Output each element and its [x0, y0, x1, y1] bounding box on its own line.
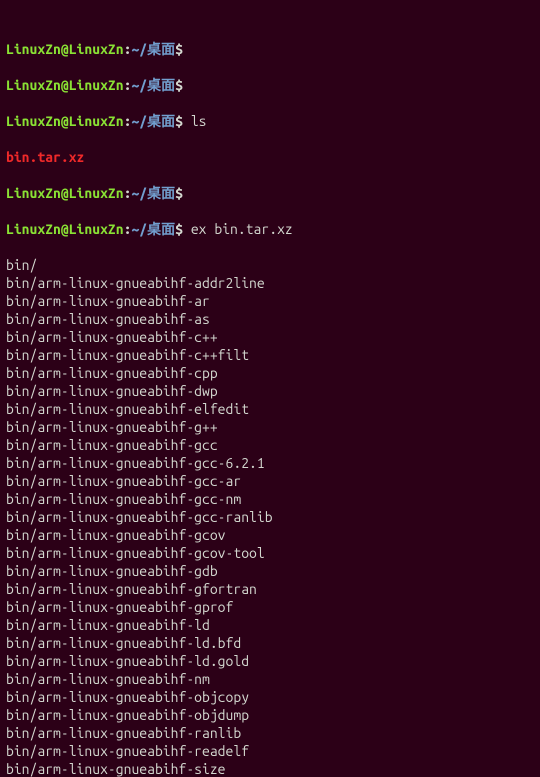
prompt-line: LinuxZn@LinuxZn:~/桌面$ ex bin.tar.xz: [6, 220, 534, 238]
terminal-output[interactable]: LinuxZn@LinuxZn:~/桌面$ LinuxZn@LinuxZn:~/…: [0, 0, 540, 777]
extract-output-line: bin/arm-linux-gnueabihf-ld.bfd: [6, 634, 534, 652]
extract-output-line: bin/arm-linux-gnueabihf-as: [6, 310, 534, 328]
prompt-line: LinuxZn@LinuxZn:~/桌面$: [6, 184, 534, 202]
prompt-path: ~/桌面: [131, 185, 175, 201]
extract-output-line: bin/arm-linux-gnueabihf-gcc-ranlib: [6, 508, 534, 526]
file-archive: bin.tar.xz: [6, 149, 84, 165]
extract-output-line: bin/arm-linux-gnueabihf-ranlib: [6, 724, 534, 742]
extract-output-line: bin/arm-linux-gnueabihf-size: [6, 760, 534, 777]
extract-output-line: bin/arm-linux-gnueabihf-gdb: [6, 562, 534, 580]
prompt-dollar: $: [175, 185, 183, 201]
prompt-path: ~/桌面: [131, 41, 175, 57]
extract-output-line: bin/arm-linux-gnueabihf-nm: [6, 670, 534, 688]
extract-output-line: bin/arm-linux-gnueabihf-objdump: [6, 706, 534, 724]
extract-output-line: bin/arm-linux-gnueabihf-readelf: [6, 742, 534, 760]
extract-output-line: bin/arm-linux-gnueabihf-gfortran: [6, 580, 534, 598]
extract-output-line: bin/arm-linux-gnueabihf-gcc: [6, 436, 534, 454]
prompt-user: LinuxZn@LinuxZn: [6, 77, 124, 93]
prompt-dollar: $: [175, 221, 183, 237]
command-text: ls: [191, 113, 207, 129]
prompt-line: LinuxZn@LinuxZn:~/桌面$ ls: [6, 112, 534, 130]
extract-output-line: bin/arm-linux-gnueabihf-c++filt: [6, 346, 534, 364]
prompt-user: LinuxZn@LinuxZn: [6, 221, 124, 237]
extract-output-block: bin/bin/arm-linux-gnueabihf-addr2linebin…: [6, 256, 534, 777]
extract-output-line: bin/arm-linux-gnueabihf-ar: [6, 292, 534, 310]
prompt-path: ~/桌面: [131, 221, 175, 237]
extract-output-line: bin/: [6, 256, 534, 274]
ls-output-line: bin.tar.xz: [6, 148, 534, 166]
prompt-line: LinuxZn@LinuxZn:~/桌面$: [6, 40, 534, 58]
prompt-dollar: $: [175, 113, 183, 129]
prompt-path: ~/桌面: [131, 113, 175, 129]
prompt-path: ~/桌面: [131, 77, 175, 93]
command-text: ex bin.tar.xz: [191, 221, 293, 237]
prompt-line: LinuxZn@LinuxZn:~/桌面$: [6, 76, 534, 94]
extract-output-line: bin/arm-linux-gnueabihf-gcc-ar: [6, 472, 534, 490]
extract-output-line: bin/arm-linux-gnueabihf-dwp: [6, 382, 534, 400]
extract-output-line: bin/arm-linux-gnueabihf-g++: [6, 418, 534, 436]
extract-output-line: bin/arm-linux-gnueabihf-elfedit: [6, 400, 534, 418]
extract-output-line: bin/arm-linux-gnueabihf-addr2line: [6, 274, 534, 292]
prompt-user: LinuxZn@LinuxZn: [6, 185, 124, 201]
extract-output-line: bin/arm-linux-gnueabihf-gcc-nm: [6, 490, 534, 508]
extract-output-line: bin/arm-linux-gnueabihf-gcov: [6, 526, 534, 544]
extract-output-line: bin/arm-linux-gnueabihf-gcc-6.2.1: [6, 454, 534, 472]
extract-output-line: bin/arm-linux-gnueabihf-ld.gold: [6, 652, 534, 670]
extract-output-line: bin/arm-linux-gnueabihf-gprof: [6, 598, 534, 616]
extract-output-line: bin/arm-linux-gnueabihf-objcopy: [6, 688, 534, 706]
prompt-user: LinuxZn@LinuxZn: [6, 41, 124, 57]
prompt-user: LinuxZn@LinuxZn: [6, 113, 124, 129]
prompt-dollar: $: [175, 41, 183, 57]
extract-output-line: bin/arm-linux-gnueabihf-c++: [6, 328, 534, 346]
extract-output-line: bin/arm-linux-gnueabihf-cpp: [6, 364, 534, 382]
extract-output-line: bin/arm-linux-gnueabihf-ld: [6, 616, 534, 634]
prompt-dollar: $: [175, 77, 183, 93]
extract-output-line: bin/arm-linux-gnueabihf-gcov-tool: [6, 544, 534, 562]
